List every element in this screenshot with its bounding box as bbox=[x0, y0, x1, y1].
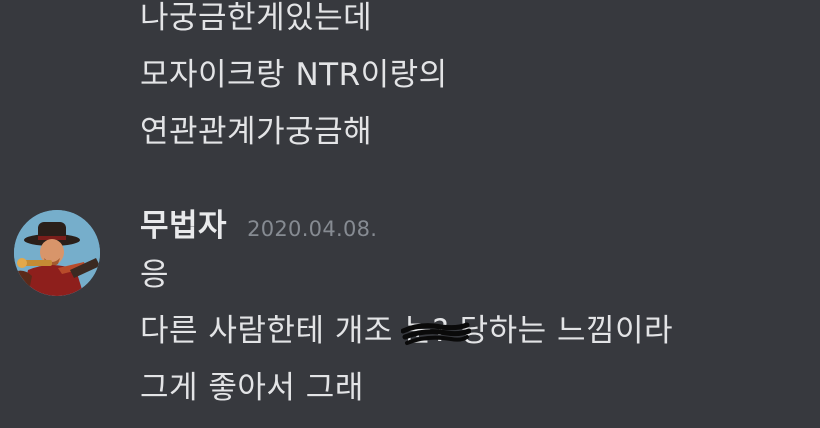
message-text: 나궁금한게있는데 bbox=[140, 0, 373, 36]
message-text: 모자이크랑 NTR이랑의 bbox=[140, 57, 448, 93]
message-text: 연관관계가궁금해 bbox=[140, 114, 373, 150]
message-text: 다른 사람한테 개조 눈? 당하는 느낌이라 bbox=[140, 311, 673, 351]
censored-text: 눈? bbox=[401, 311, 472, 351]
scribble-censor-icon bbox=[401, 322, 472, 345]
timestamp: 2020.04.08. bbox=[247, 217, 378, 241]
message-text-segment: 당하는 느낌이라 bbox=[449, 313, 674, 349]
chat-log: 나궁금한게있는데 모자이크랑 NTR이랑의 연관관계가궁금해 무법자 2020.… bbox=[0, 0, 820, 428]
username[interactable]: 무법자 bbox=[140, 206, 227, 246]
avatar[interactable] bbox=[14, 210, 100, 296]
cowboy-avatar-icon bbox=[14, 210, 100, 296]
message-header: 무법자 2020.04.08. bbox=[140, 206, 377, 246]
message-text: 그게 좋아서 그래 bbox=[140, 370, 364, 406]
message-text-segment: 다른 사람한테 개조 bbox=[140, 313, 404, 349]
message-text: 응 bbox=[140, 257, 170, 293]
